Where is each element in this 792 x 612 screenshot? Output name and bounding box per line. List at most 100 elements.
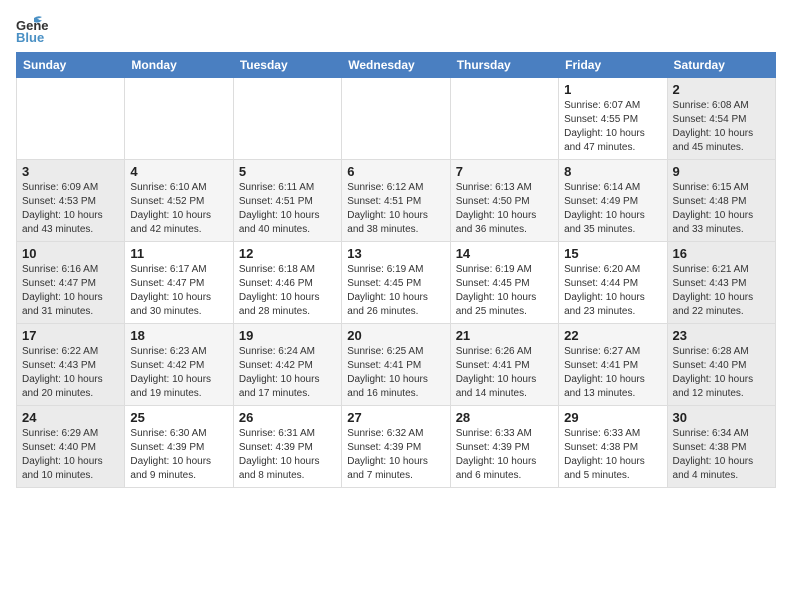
day-info: Sunrise: 6:23 AM Sunset: 4:42 PM Dayligh… [130, 345, 227, 401]
day-info: Sunrise: 6:07 AM Sunset: 4:55 PM Dayligh… [564, 99, 661, 155]
day-cell-13: 13 Sunrise: 6:19 AM Sunset: 4:45 PM Dayli… [342, 242, 450, 324]
day-number: 12 [239, 246, 336, 261]
weekday-header-friday: Friday [559, 53, 667, 78]
day-number: 15 [564, 246, 661, 261]
day-cell-26: 26Sunrise: 6:31 AM Sunset: 4:39 PM Dayli… [233, 406, 341, 488]
day-number: 9 [673, 164, 770, 179]
day-number: 25 [130, 410, 227, 425]
day-number: 23 [673, 328, 770, 343]
day-info: Sunrise: 6:10 AM Sunset: 4:52 PM Dayligh… [130, 181, 227, 237]
day-info: Sunrise: 6:29 AM Sunset: 4:40 PM Dayligh… [22, 427, 119, 483]
day-number: 26 [239, 410, 336, 425]
day-number: 5 [239, 164, 336, 179]
empty-cell [342, 78, 450, 160]
day-info: Sunrise: 6:33 AM Sunset: 4:38 PM Dayligh… [564, 427, 661, 483]
day-number: 14 [456, 246, 553, 261]
day-info: Sunrise: 6:33 AM Sunset: 4:39 PM Dayligh… [456, 427, 553, 483]
day-cell-29: 29 Sunrise: 6:33 AM Sunset: 4:38 PM Dayli… [559, 406, 667, 488]
day-info: Sunrise: 6:09 AM Sunset: 4:53 PM Dayligh… [22, 181, 119, 237]
weekday-header-saturday: Saturday [667, 53, 775, 78]
day-number: 13 [347, 246, 444, 261]
day-number: 16 [673, 246, 770, 261]
day-cell-9: 9Sunrise: 6:15 AM Sunset: 4:48 PM Daylig… [667, 160, 775, 242]
day-info: Sunrise: 6:24 AM Sunset: 4:42 PM Dayligh… [239, 345, 336, 401]
day-cell-4: 4 Sunrise: 6:10 AM Sunset: 4:52 PM Daylig… [125, 160, 233, 242]
day-cell-27: 27 Sunrise: 6:32 AM Sunset: 4:39 PM Dayli… [342, 406, 450, 488]
day-info: Sunrise: 6:13 AM Sunset: 4:50 PM Dayligh… [456, 181, 553, 237]
day-number: 11 [130, 246, 227, 261]
day-number: 3 [22, 164, 119, 179]
logo-icon: General Blue [16, 16, 48, 44]
day-number: 28 [456, 410, 553, 425]
day-info: Sunrise: 6:08 AM Sunset: 4:54 PM Dayligh… [673, 99, 770, 155]
empty-cell [17, 78, 125, 160]
day-info: Sunrise: 6:19 AM Sunset: 4:45 PM Dayligh… [347, 263, 444, 319]
day-number: 4 [130, 164, 227, 179]
day-cell-17: 17 Sunrise: 6:22 AM Sunset: 4:43 PM Dayli… [17, 324, 125, 406]
calendar: SundayMondayTuesdayWednesdayThursdayFrid… [16, 52, 776, 488]
day-number: 6 [347, 164, 444, 179]
day-number: 20 [347, 328, 444, 343]
day-cell-1: 1Sunrise: 6:07 AM Sunset: 4:55 PM Daylig… [559, 78, 667, 160]
day-number: 29 [564, 410, 661, 425]
day-cell-18: 18 Sunrise: 6:23 AM Sunset: 4:42 PM Dayli… [125, 324, 233, 406]
weekday-header-monday: Monday [125, 53, 233, 78]
day-cell-25: 25 Sunrise: 6:30 AM Sunset: 4:39 PM Dayli… [125, 406, 233, 488]
day-info: Sunrise: 6:34 AM Sunset: 4:38 PM Dayligh… [673, 427, 770, 483]
day-number: 24 [22, 410, 119, 425]
day-cell-24: 24 Sunrise: 6:29 AM Sunset: 4:40 PM Dayli… [17, 406, 125, 488]
day-info: Sunrise: 6:22 AM Sunset: 4:43 PM Dayligh… [22, 345, 119, 401]
empty-cell [125, 78, 233, 160]
day-cell-19: 19Sunrise: 6:24 AM Sunset: 4:42 PM Dayli… [233, 324, 341, 406]
day-info: Sunrise: 6:14 AM Sunset: 4:49 PM Dayligh… [564, 181, 661, 237]
day-number: 17 [22, 328, 119, 343]
day-cell-15: 15 Sunrise: 6:20 AM Sunset: 4:44 PM Dayli… [559, 242, 667, 324]
day-info: Sunrise: 6:32 AM Sunset: 4:39 PM Dayligh… [347, 427, 444, 483]
day-info: Sunrise: 6:21 AM Sunset: 4:43 PM Dayligh… [673, 263, 770, 319]
day-cell-5: 5 Sunrise: 6:11 AM Sunset: 4:51 PM Daylig… [233, 160, 341, 242]
weekday-header-thursday: Thursday [450, 53, 558, 78]
day-info: Sunrise: 6:19 AM Sunset: 4:45 PM Dayligh… [456, 263, 553, 319]
day-number: 18 [130, 328, 227, 343]
empty-cell [450, 78, 558, 160]
day-number: 8 [564, 164, 661, 179]
weekday-header-sunday: Sunday [17, 53, 125, 78]
day-cell-30: 30 Sunrise: 6:34 AM Sunset: 4:38 PM Dayli… [667, 406, 775, 488]
day-info: Sunrise: 6:18 AM Sunset: 4:46 PM Dayligh… [239, 263, 336, 319]
day-info: Sunrise: 6:17 AM Sunset: 4:47 PM Dayligh… [130, 263, 227, 319]
day-cell-16: 16 Sunrise: 6:21 AM Sunset: 4:43 PM Dayli… [667, 242, 775, 324]
day-cell-21: 21Sunrise: 6:26 AM Sunset: 4:41 PM Dayli… [450, 324, 558, 406]
day-info: Sunrise: 6:11 AM Sunset: 4:51 PM Dayligh… [239, 181, 336, 237]
weekday-header-tuesday: Tuesday [233, 53, 341, 78]
day-info: Sunrise: 6:16 AM Sunset: 4:47 PM Dayligh… [22, 263, 119, 319]
day-number: 2 [673, 82, 770, 97]
day-cell-14: 14 Sunrise: 6:19 AM Sunset: 4:45 PM Dayli… [450, 242, 558, 324]
day-cell-8: 8 Sunrise: 6:14 AM Sunset: 4:49 PM Daylig… [559, 160, 667, 242]
day-number: 7 [456, 164, 553, 179]
day-number: 10 [22, 246, 119, 261]
weekday-header-wednesday: Wednesday [342, 53, 450, 78]
day-info: Sunrise: 6:12 AM Sunset: 4:51 PM Dayligh… [347, 181, 444, 237]
day-cell-28: 28 Sunrise: 6:33 AM Sunset: 4:39 PM Dayli… [450, 406, 558, 488]
empty-cell [233, 78, 341, 160]
day-cell-2: 2 Sunrise: 6:08 AM Sunset: 4:54 PM Daylig… [667, 78, 775, 160]
header: General Blue [16, 16, 776, 44]
svg-text:Blue: Blue [16, 30, 44, 44]
day-cell-11: 11 Sunrise: 6:17 AM Sunset: 4:47 PM Dayli… [125, 242, 233, 324]
day-number: 22 [564, 328, 661, 343]
day-cell-10: 10 Sunrise: 6:16 AM Sunset: 4:47 PM Dayli… [17, 242, 125, 324]
day-cell-12: 12 Sunrise: 6:18 AM Sunset: 4:46 PM Dayli… [233, 242, 341, 324]
day-number: 27 [347, 410, 444, 425]
day-cell-23: 23 Sunrise: 6:28 AM Sunset: 4:40 PM Dayli… [667, 324, 775, 406]
day-info: Sunrise: 6:30 AM Sunset: 4:39 PM Dayligh… [130, 427, 227, 483]
day-info: Sunrise: 6:28 AM Sunset: 4:40 PM Dayligh… [673, 345, 770, 401]
day-number: 30 [673, 410, 770, 425]
day-cell-22: 22 Sunrise: 6:27 AM Sunset: 4:41 PM Dayli… [559, 324, 667, 406]
day-info: Sunrise: 6:20 AM Sunset: 4:44 PM Dayligh… [564, 263, 661, 319]
day-cell-6: 6 Sunrise: 6:12 AM Sunset: 4:51 PM Daylig… [342, 160, 450, 242]
day-cell-3: 3 Sunrise: 6:09 AM Sunset: 4:53 PM Daylig… [17, 160, 125, 242]
day-number: 21 [456, 328, 553, 343]
day-info: Sunrise: 6:27 AM Sunset: 4:41 PM Dayligh… [564, 345, 661, 401]
day-info: Sunrise: 6:25 AM Sunset: 4:41 PM Dayligh… [347, 345, 444, 401]
day-cell-20: 20 Sunrise: 6:25 AM Sunset: 4:41 PM Dayli… [342, 324, 450, 406]
